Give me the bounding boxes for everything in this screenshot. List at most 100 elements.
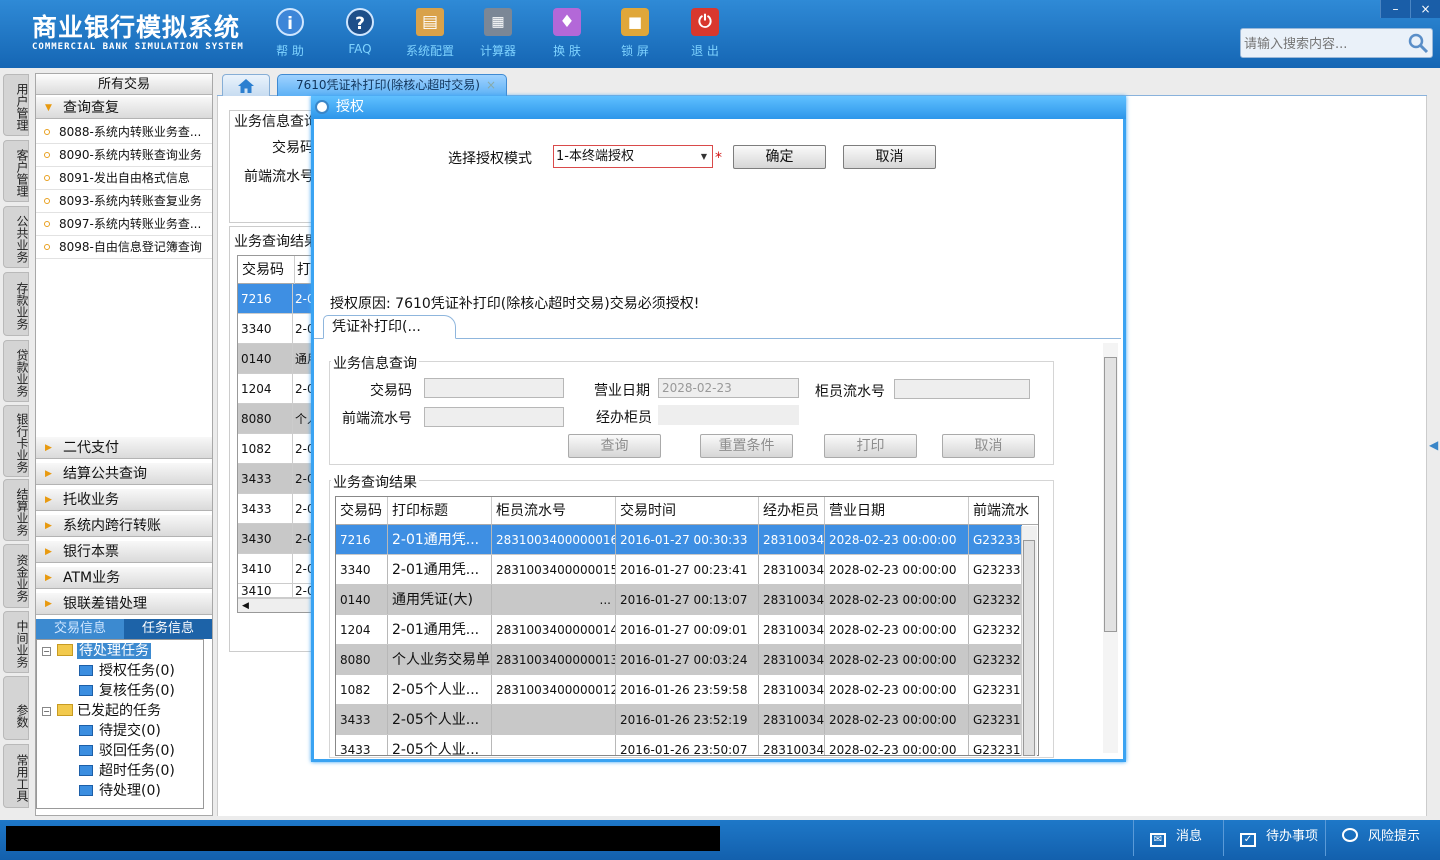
left-tab-tools[interactable]: 常用工具	[3, 744, 29, 808]
search-icon[interactable]	[1407, 32, 1429, 54]
left-tab-user-mgmt[interactable]: 用户管理	[3, 74, 29, 136]
bg-row[interactable]: 0140 通用	[238, 344, 318, 374]
sidebar-item[interactable]: 8091-发出自由格式信息	[36, 167, 212, 190]
collapse-toggle[interactable]: −	[42, 707, 51, 716]
group-query[interactable]: ▼ 查询查复	[36, 96, 212, 119]
dialog-scroll-thumb[interactable]	[1104, 357, 1117, 632]
left-tab-loan[interactable]: 贷款业务	[3, 340, 29, 402]
sidebar-item[interactable]: 8093-系统内转账查复业务	[36, 190, 212, 213]
table-row[interactable]: 3340 2-01通用凭... 2831003400000015 2016-01…	[336, 555, 1022, 585]
group-unionpay-error[interactable]: ▶ 银联差错处理	[36, 592, 212, 615]
tree-node-to-process[interactable]: 待处理(0)	[79, 782, 161, 800]
skin-button[interactable]: ♦ 换 肤	[536, 6, 598, 60]
group-collection[interactable]: ▶ 托收业务	[36, 488, 212, 511]
col-teller-seq[interactable]: 柜员流水号	[492, 497, 616, 525]
reset-button[interactable]: 重置条件	[700, 434, 793, 458]
cancel-button[interactable]: 取消	[843, 145, 936, 169]
risk-alert-button[interactable]: 风险提示	[1325, 820, 1440, 856]
biz-date-input[interactable]: 2028-02-23	[658, 378, 799, 398]
cell: 2831003400000012	[492, 675, 616, 704]
faq-button[interactable]: ? FAQ	[329, 6, 391, 60]
col-teller[interactable]: 经办柜员	[759, 497, 825, 525]
tree-node-initiated[interactable]: 已发起的任务	[57, 702, 161, 720]
group-atm[interactable]: ▶ ATM业务	[36, 566, 212, 589]
bg-row[interactable]: 7216 2-0	[238, 284, 318, 314]
teller-seq-input[interactable]	[894, 379, 1030, 399]
tab-task-info[interactable]: 任务信息	[124, 619, 212, 639]
messages-button[interactable]: ✉ 消息	[1133, 820, 1223, 856]
table-row[interactable]: 7216 2-01通用凭... 2831003400000016 2016-01…	[336, 525, 1022, 555]
sidebar-item[interactable]: 8088-系统内转账业务查...	[36, 121, 212, 144]
left-tab-customer-mgmt[interactable]: 客户管理	[3, 140, 29, 202]
group-interbank-transfer[interactable]: ▶ 系统内跨行转账	[36, 514, 212, 537]
query-cancel-button[interactable]: 取消	[942, 434, 1035, 458]
bg-row[interactable]: 1204 2-0	[238, 374, 318, 404]
help-button[interactable]: i 帮 助	[259, 6, 321, 60]
table-row[interactable]: 0140 通用凭证(大) ... 2016-01-27 00:13:07 283…	[336, 585, 1022, 615]
close-window-button[interactable]: ×	[1410, 0, 1440, 18]
front-seq-input[interactable]	[424, 407, 564, 427]
sidebar-item[interactable]: 8098-自由信息登记簿查询	[36, 236, 212, 259]
tab-voucher-reprint[interactable]: 7610凭证补打印(除核心超时交易) ×	[277, 74, 507, 96]
bg-row[interactable]: 3410 2-0	[238, 584, 318, 598]
system-config-button[interactable]: ▤ 系统配置	[399, 6, 461, 60]
left-tab-fund[interactable]: 资金业务	[3, 544, 29, 608]
sidebar-item[interactable]: 8090-系统内转账查询业务	[36, 144, 212, 167]
col-biz-date[interactable]: 营业日期	[825, 497, 969, 525]
bg-row[interactable]: 3410 2-0	[238, 554, 318, 584]
cell: 2028-02-23 00:00:00	[825, 705, 969, 734]
sidebar-item[interactable]: 8097-系统内转账业务查...	[36, 213, 212, 236]
left-tab-intermediate[interactable]: 中间业务	[3, 611, 29, 673]
left-tab-deposit[interactable]: 存款业务	[3, 272, 29, 336]
auth-mode-select[interactable]: 1-本终端授权 ▼	[553, 145, 713, 168]
todo-button[interactable]: ✓ 待办事项	[1223, 820, 1325, 856]
tab-transaction-info[interactable]: 交易信息	[36, 619, 124, 639]
tree-node-to-submit[interactable]: 待提交(0)	[79, 722, 161, 740]
bg-row[interactable]: 3430 2-0	[238, 524, 318, 554]
col-print-title[interactable]: 打印标题	[388, 497, 492, 525]
print-button[interactable]: 打印	[824, 434, 917, 458]
query-button[interactable]: 查询	[568, 434, 661, 458]
table-row[interactable]: 8080 个人业务交易单 2831003400000013 2016-01-27…	[336, 645, 1022, 675]
tab-home[interactable]	[222, 74, 270, 96]
table-row[interactable]: 3433 2-05个人业... 2016-01-26 23:50:07 2831…	[336, 735, 1022, 755]
table-row[interactable]: 1204 2-01通用凭... 2831003400000014 2016-01…	[336, 615, 1022, 645]
search-input[interactable]	[1244, 35, 1404, 53]
col-front-seq[interactable]: 前端流水	[969, 497, 1038, 525]
left-tab-settlement[interactable]: 结算业务	[3, 479, 29, 541]
table-row[interactable]: 3433 2-05个人业... 2016-01-26 23:52:19 2831…	[336, 705, 1022, 735]
exit-button[interactable]: ⏻ 退 出	[674, 6, 736, 60]
bg-row[interactable]: 3340 2-0	[238, 314, 318, 344]
table-row[interactable]: 1082 2-05个人业... 2831003400000012 2016-01…	[336, 675, 1022, 705]
code-input[interactable]	[424, 378, 564, 398]
left-tab-card[interactable]: 银行卡业务	[3, 405, 29, 477]
confirm-button[interactable]: 确定	[733, 145, 826, 169]
left-tab-params[interactable]: 参数	[3, 676, 29, 740]
close-tab-icon[interactable]: ×	[486, 75, 496, 96]
tree-node-pending[interactable]: 待处理任务	[57, 642, 151, 660]
tree-node-review-task[interactable]: 复核任务(0)	[79, 682, 175, 700]
bg-row[interactable]: 3433 2-0	[238, 494, 318, 524]
left-tab-public[interactable]: 公共业务	[3, 206, 29, 268]
tree-node-timeout[interactable]: 超时任务(0)	[79, 762, 175, 780]
bg-hscroll[interactable]: ◀	[238, 598, 318, 612]
minimize-button[interactable]: –	[1380, 0, 1410, 18]
group-cashier-cheque[interactable]: ▶ 银行本票	[36, 540, 212, 563]
bg-row[interactable]: 8080 个人	[238, 404, 318, 434]
collapse-toggle[interactable]: −	[42, 647, 51, 656]
bg-row[interactable]: 1082 2-0	[238, 434, 318, 464]
col-code[interactable]: 交易码	[336, 497, 388, 525]
bg-row[interactable]: 3433 2-0	[238, 464, 318, 494]
bullet-icon	[44, 198, 50, 204]
col-trans-time[interactable]: 交易时间	[616, 497, 759, 525]
grid-scroll-thumb[interactable]	[1023, 540, 1035, 756]
teller-input[interactable]	[658, 405, 799, 425]
lock-screen-button[interactable]: ■ 锁 屏	[604, 6, 666, 60]
tree-node-auth-task[interactable]: 授权任务(0)	[79, 662, 175, 680]
group-cnaps2[interactable]: ▶ 二代支付	[36, 436, 212, 459]
panel-collapse-icon[interactable]: ◀	[1429, 430, 1440, 460]
group-settlement-query[interactable]: ▶ 结算公共查询	[36, 462, 212, 485]
tree-node-rejected[interactable]: 驳回任务(0)	[79, 742, 175, 760]
tab-inner-voucher[interactable]: 凭证补打印(...	[323, 315, 456, 339]
calculator-button[interactable]: ▦ 计算器	[467, 6, 529, 60]
